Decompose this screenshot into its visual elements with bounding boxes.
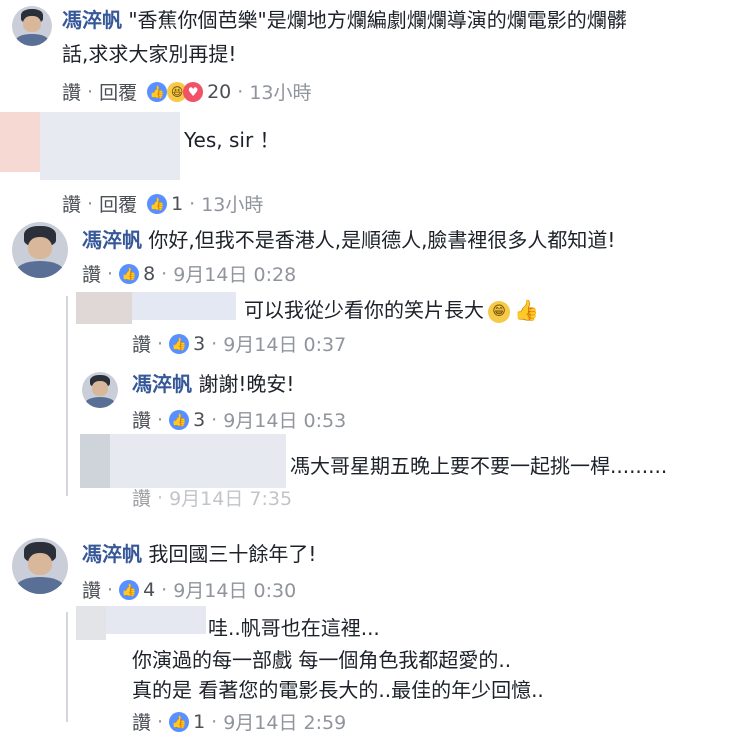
reaction-count[interactable]: 8 bbox=[143, 263, 155, 285]
reply-button[interactable]: 回覆 bbox=[99, 190, 137, 217]
timestamp[interactable]: 9月14日 0:28 bbox=[173, 260, 296, 287]
timestamp[interactable]: 9月14日 7:35 bbox=[169, 484, 292, 511]
comment-text-line3: 真的是 看著您的電影長大的..最佳的年少回憶.. bbox=[132, 678, 544, 702]
like-reaction-icon: 👍 bbox=[147, 193, 168, 214]
comment-text-line1: 哇..帆哥也在這裡... bbox=[208, 616, 380, 640]
comment-text-line2: 你演過的每一部戲 每一個角色我都超愛的.. bbox=[132, 648, 512, 672]
love-reaction-icon: ♥ bbox=[183, 81, 204, 102]
comment-text: 馮淬帆 謝謝!晚安! bbox=[132, 372, 295, 396]
timestamp[interactable]: 9月14日 2:59 bbox=[223, 708, 346, 735]
thread-line bbox=[66, 296, 68, 496]
blurred-avatar bbox=[76, 292, 132, 324]
comment-text-line2: 話,求求大家別再提! bbox=[62, 42, 237, 66]
comment-text: 可以我從少看你的笑片長大 😁 👍 bbox=[244, 298, 539, 323]
avatar[interactable] bbox=[82, 372, 118, 408]
reaction-count[interactable]: 3 bbox=[193, 409, 205, 431]
blurred-author bbox=[40, 112, 180, 180]
comment-actions: 讚 · 👍 8 · 9月14日 0:28 bbox=[82, 260, 296, 287]
timestamp[interactable]: 9月14日 0:37 bbox=[223, 330, 346, 357]
author-name[interactable]: 馮淬帆 bbox=[132, 372, 192, 396]
like-button[interactable]: 讚 bbox=[132, 406, 151, 433]
comment-text: 馮淬帆 我回國三十餘年了! bbox=[82, 542, 317, 566]
timestamp[interactable]: 9月14日 0:53 bbox=[223, 406, 346, 433]
like-reaction-icon: 👍 bbox=[169, 333, 190, 354]
comment-text: Yes, sir ！ bbox=[184, 128, 280, 152]
like-button[interactable]: 讚 bbox=[62, 190, 81, 217]
author-name[interactable]: 馮淬帆 bbox=[82, 542, 142, 566]
reaction-count[interactable]: 20 bbox=[207, 81, 231, 103]
author-name[interactable]: 馮淬帆 bbox=[62, 8, 122, 32]
comment-text: 馮淬帆 "香蕉你個芭樂"是爛地方爛編劇爛爛導演的爛電影的爛髒 bbox=[62, 8, 627, 32]
like-reaction-icon: 👍 bbox=[169, 711, 190, 732]
blurred-author bbox=[132, 292, 236, 320]
timestamp[interactable]: 13小時 bbox=[201, 190, 263, 217]
reaction-count[interactable]: 4 bbox=[143, 579, 155, 601]
like-reaction-icon: 👍 bbox=[147, 81, 168, 102]
like-button[interactable]: 讚 bbox=[132, 484, 151, 511]
comment-actions: 讚 · 👍 4 · 9月14日 0:30 bbox=[82, 576, 296, 603]
avatar[interactable] bbox=[12, 222, 68, 278]
like-button[interactable]: 讚 bbox=[132, 330, 151, 357]
like-reaction-icon: 👍 bbox=[119, 579, 140, 600]
grin-emoji-icon: 😁 bbox=[488, 300, 510, 323]
like-button[interactable]: 讚 bbox=[132, 708, 151, 735]
thumbs-up-emoji-icon: 👍 bbox=[514, 298, 539, 322]
timestamp[interactable]: 9月14日 0:30 bbox=[173, 576, 296, 603]
blurred-avatar bbox=[80, 434, 110, 488]
reply-button[interactable]: 回覆 bbox=[99, 78, 137, 105]
avatar[interactable] bbox=[12, 538, 68, 594]
comment-actions: 讚 · 👍 3 · 9月14日 0:53 bbox=[132, 406, 346, 433]
comment-text: 馮淬帆 你好,但我不是香港人,是順德人,臉書裡很多人都知道! bbox=[82, 228, 616, 252]
comment-actions: 讚 · 👍 3 · 9月14日 0:37 bbox=[132, 330, 346, 357]
thread-line bbox=[66, 612, 68, 722]
blurred-avatar bbox=[0, 112, 40, 172]
like-button[interactable]: 讚 bbox=[82, 576, 101, 603]
comment-actions: 讚 · 👍 1 · 9月14日 2:59 bbox=[132, 708, 346, 735]
comment-actions: 讚 · 9月14日 7:35 bbox=[132, 484, 292, 511]
reaction-count[interactable]: 1 bbox=[171, 193, 183, 215]
author-name[interactable]: 馮淬帆 bbox=[82, 228, 142, 252]
reaction-count[interactable]: 1 bbox=[193, 711, 205, 733]
blurred-author bbox=[110, 434, 286, 488]
avatar[interactable] bbox=[12, 6, 52, 46]
blurred-avatar bbox=[76, 606, 106, 640]
comment-text: 馮大哥星期五晚上要不要一起挑一桿......... bbox=[290, 454, 668, 478]
reaction-count[interactable]: 3 bbox=[193, 333, 205, 355]
timestamp[interactable]: 13小時 bbox=[249, 78, 311, 105]
comment-actions: 讚 · 回覆 👍 1 · 13小時 bbox=[62, 190, 263, 217]
comment-actions: 讚 · 回覆 👍 😆 ♥ 20 · 13小時 bbox=[62, 78, 312, 105]
like-button[interactable]: 讚 bbox=[82, 260, 101, 287]
like-reaction-icon: 👍 bbox=[169, 409, 190, 430]
like-reaction-icon: 👍 bbox=[119, 263, 140, 284]
like-button[interactable]: 讚 bbox=[62, 78, 81, 105]
blurred-author bbox=[106, 606, 206, 634]
